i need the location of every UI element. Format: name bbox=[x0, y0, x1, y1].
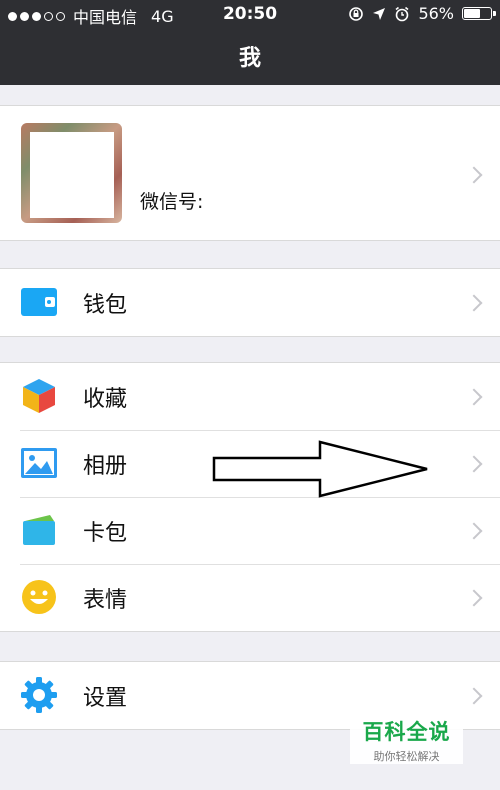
wechat-id-label: 微信号: bbox=[140, 191, 204, 213]
chevron-right-icon bbox=[465, 522, 483, 540]
menu-item-label: 钱包 bbox=[83, 293, 128, 318]
chevron-right-icon bbox=[465, 166, 483, 184]
profile-card[interactable]: 微信号: bbox=[0, 105, 500, 241]
battery-icon bbox=[462, 7, 496, 20]
menu-item-label: 收藏 bbox=[83, 387, 128, 412]
card-package-icon bbox=[23, 515, 55, 545]
settings-gear-icon bbox=[21, 677, 57, 713]
chevron-right-icon bbox=[465, 294, 483, 312]
chevron-right-icon bbox=[465, 388, 483, 406]
avatar[interactable] bbox=[21, 123, 122, 223]
battery-percent: 56% bbox=[418, 4, 454, 23]
location-arrow-icon bbox=[373, 7, 386, 20]
page-title: 我 bbox=[238, 46, 261, 71]
menu-item-label: 表情 bbox=[83, 588, 128, 613]
menu-item-label: 卡包 bbox=[83, 521, 128, 546]
menu-item-card-package[interactable]: 卡包 bbox=[0, 497, 500, 564]
annotation-arrow-icon bbox=[212, 440, 428, 498]
alarm-icon bbox=[395, 6, 409, 21]
menu-item-favorites[interactable]: 收藏 bbox=[0, 363, 500, 430]
chevron-right-icon bbox=[465, 589, 483, 607]
watermark-title: 百科全说 bbox=[362, 720, 451, 744]
favorites-cube-icon bbox=[23, 379, 55, 413]
avatar-redaction bbox=[30, 132, 114, 218]
smiley-icon bbox=[22, 580, 56, 614]
status-bar: 中国电信 4G 20:50 56% bbox=[0, 0, 500, 28]
watermark-subtitle: 助你轻松解决 bbox=[373, 750, 440, 763]
menu-item-label: 相册 bbox=[83, 454, 128, 479]
menu-item-wallet[interactable]: 钱包 bbox=[0, 269, 500, 336]
top-bar: 中国电信 4G 20:50 56% 我 bbox=[0, 0, 500, 85]
wallet-icon bbox=[21, 288, 57, 316]
rotation-lock-icon bbox=[349, 6, 364, 21]
wallet-group: 钱包 bbox=[0, 268, 500, 337]
album-picture-icon bbox=[21, 448, 57, 478]
chevron-right-icon bbox=[465, 455, 483, 473]
menu-item-label: 设置 bbox=[83, 686, 128, 711]
watermark-logo: 百科全说 助你轻松解决 bbox=[350, 712, 463, 764]
menu-item-stickers[interactable]: 表情 bbox=[0, 564, 500, 631]
chevron-right-icon bbox=[465, 687, 483, 705]
